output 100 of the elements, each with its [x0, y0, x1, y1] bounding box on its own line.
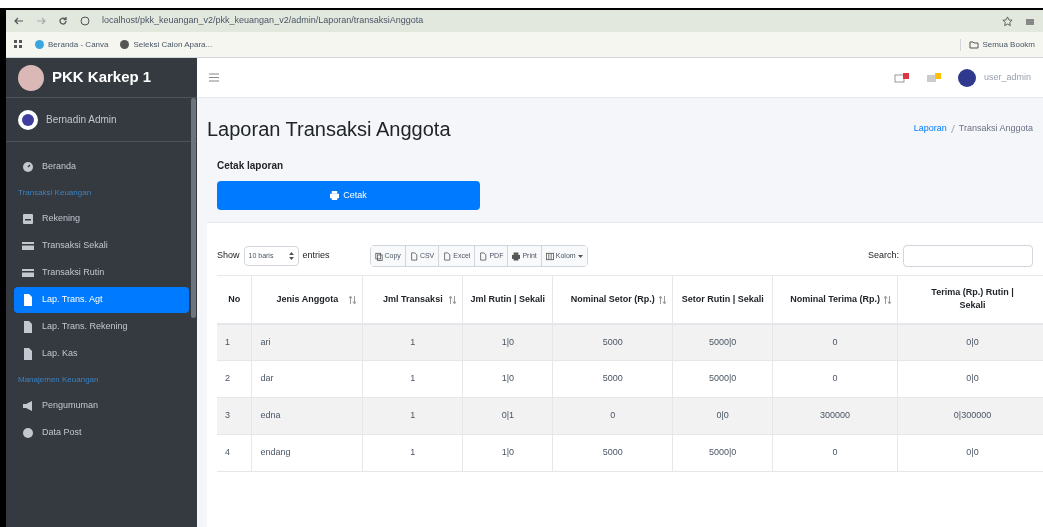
table-cell: 1|0: [462, 360, 553, 398]
wallet-icon: [22, 240, 34, 252]
scrollbar[interactable]: [191, 98, 196, 318]
circle-icon: [22, 427, 34, 439]
card-icon: [22, 213, 34, 225]
brand-logo: [18, 64, 44, 91]
caret-icon: [577, 254, 583, 258]
updown-icon: [288, 252, 294, 260]
sort-icon[interactable]: [659, 296, 667, 304]
column-header[interactable]: Nominal Terima (Rp.): [772, 275, 898, 324]
search-label: Search:: [867, 249, 899, 263]
table-cell: endang: [252, 434, 363, 472]
table-cell: 2: [217, 360, 252, 398]
menu-heading: Transaksi Keuangan: [17, 187, 93, 199]
table-cell: 1: [362, 397, 463, 435]
printer-icon: [512, 251, 521, 261]
file-icon: [22, 294, 34, 306]
wallet-icon: [22, 267, 34, 279]
table-cell: 5000|0: [672, 360, 773, 398]
table-cell: 0: [772, 360, 898, 398]
breadcrumb-separator: [950, 122, 955, 136]
file-icon: [443, 251, 452, 261]
table-cell: 5000|0: [672, 323, 773, 361]
menu-item[interactable]: Lap. Trans. Agt: [14, 287, 189, 313]
menu-item[interactable]: Data Post: [14, 420, 189, 446]
site-info-icon[interactable]: [80, 16, 90, 26]
table-cell: 5000|0: [672, 434, 773, 472]
star-icon[interactable]: [1002, 15, 1013, 27]
table-cell: 1: [362, 434, 463, 472]
table-cell: 1|0: [462, 434, 553, 472]
sort-icon[interactable]: [349, 296, 357, 304]
table-cell: 0|1: [462, 397, 553, 435]
section-label: Cetak laporan: [217, 159, 285, 173]
user-name[interactable]: Bernadin Admin: [46, 112, 117, 127]
table-cell: 1: [217, 323, 252, 361]
table-cell: 1: [362, 323, 463, 361]
table-cell: 5000: [552, 323, 673, 361]
table-cell: 0|0: [897, 323, 1043, 361]
column-header[interactable]: Jml Rutin | Sekali: [462, 275, 553, 324]
brand-name[interactable]: PKK Karkep 1: [52, 66, 152, 89]
reload-icon[interactable]: [58, 16, 68, 26]
table-cell: dar: [252, 360, 363, 398]
table-cell: ari: [252, 323, 363, 361]
avatar-icon[interactable]: [957, 68, 976, 87]
table-cell: 0: [772, 323, 898, 361]
columns-icon: [545, 251, 554, 261]
search-field[interactable]: [903, 245, 1033, 267]
breadcrumb-current: Transaksi Anggota: [958, 122, 1033, 136]
page-title: Laporan Transaksi Anggota: [207, 117, 451, 142]
folder-icon: [968, 40, 979, 49]
menu-item[interactable]: Transaksi Sekali: [14, 233, 189, 259]
table-cell: 4: [217, 434, 252, 472]
menu-item[interactable]: Beranda: [14, 154, 189, 180]
breadcrumb-link[interactable]: Laporan: [913, 122, 947, 136]
sort-icon[interactable]: [449, 296, 457, 304]
apps-icon[interactable]: [14, 40, 23, 49]
column-header[interactable]: No: [217, 275, 252, 324]
bookmark[interactable]: Seleksi Calon Apara...: [120, 38, 213, 51]
menu-item[interactable]: Rekening: [14, 206, 189, 232]
table-cell: 1: [362, 360, 463, 398]
sort-icon[interactable]: [884, 296, 892, 304]
table-cell: 0: [552, 397, 673, 435]
menu-heading: Manajemen Keuangan: [17, 374, 100, 386]
cetak-button[interactable]: Cetak: [217, 181, 480, 210]
table-cell: 3: [217, 397, 252, 435]
file-icon: [479, 251, 488, 261]
all-bookmarks-button[interactable]: Semua Bookm: [959, 38, 1035, 51]
table-cell: 0|300000: [897, 397, 1043, 435]
table-cell: 0|0: [897, 360, 1043, 398]
table-cell: 5000: [552, 360, 673, 398]
column-header[interactable]: Setor Rutin | Sekali: [672, 275, 773, 324]
menu-item[interactable]: Transaksi Rutin: [14, 260, 189, 286]
table-cell: 300000: [772, 397, 898, 435]
message-icon[interactable]: [893, 71, 910, 84]
megaphone-icon: [22, 400, 34, 412]
column-header[interactable]: Nominal Setor (Rp.): [552, 275, 673, 324]
menu-icon[interactable]: [209, 73, 219, 82]
printer-icon: [330, 191, 340, 200]
file-icon: [409, 251, 418, 261]
forward-icon[interactable]: [36, 17, 46, 25]
file-icon: [22, 348, 34, 360]
table-cell: 0: [772, 434, 898, 472]
table-cell: 0|0: [672, 397, 773, 435]
bookmark[interactable]: Beranda - Canva: [35, 38, 109, 51]
menu-item[interactable]: Lap. Kas: [14, 341, 189, 367]
gauge-icon: [22, 161, 34, 173]
column-header[interactable]: Terima (Rp.) Rutin | Sekali: [897, 275, 1043, 324]
table-cell: 1|0: [462, 323, 553, 361]
menu-item[interactable]: Lap. Trans. Rekening: [14, 314, 189, 340]
table-cell: edna: [252, 397, 363, 435]
menu-item[interactable]: Pengumuman: [14, 393, 189, 419]
table-cell: 5000: [552, 434, 673, 472]
file-icon: [22, 321, 34, 333]
column-header[interactable]: Jml Transaksi: [362, 275, 463, 324]
copy-icon: [374, 251, 383, 261]
entries-label: entries: [302, 249, 330, 263]
column-header[interactable]: Jenis Anggota: [252, 275, 363, 324]
show-label: Show: [217, 249, 240, 263]
back-icon[interactable]: [14, 17, 24, 25]
avatar-icon: [18, 109, 38, 130]
